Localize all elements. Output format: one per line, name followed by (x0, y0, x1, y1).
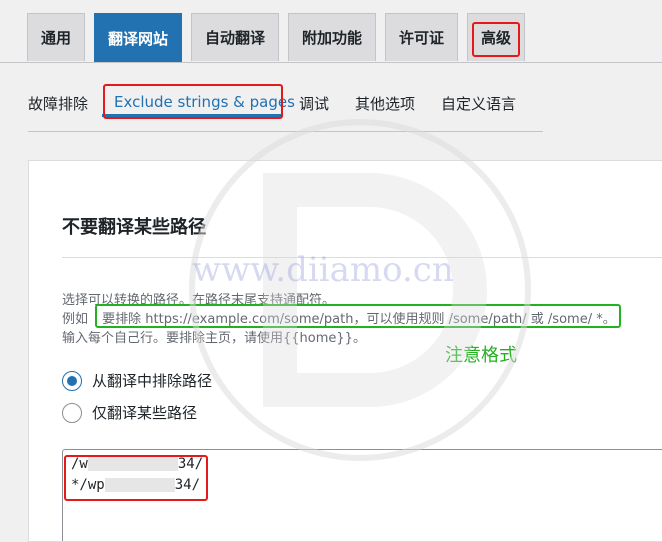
subnav-troubleshooting[interactable]: 故障排除 (28, 93, 88, 114)
radio-exclude-label: 从翻译中排除路径 (92, 372, 213, 390)
example-text: 要排除 https://example.com/some/path，可以使用规则… (102, 312, 616, 327)
radio-unchecked-icon[interactable] (62, 402, 82, 423)
section-divider (62, 257, 662, 258)
active-subnav-indicator (102, 114, 283, 117)
tab-general[interactable]: 通用 (27, 13, 85, 61)
sub-navigation: 故障排除 Exclude strings & pages 调试 其他选项 自定义… (0, 62, 662, 132)
description-line-2: 例如 要排除 https://example.com/some/path，可以使… (62, 308, 616, 327)
top-tab-bar: 通用 翻译网站 自动翻译 附加功能 许可证 高级 (0, 0, 662, 63)
subnav-debug[interactable]: 调试 (299, 93, 329, 114)
tab-advanced[interactable]: 高级 (467, 13, 525, 61)
radio-only-label: 仅翻译某些路径 (92, 404, 198, 422)
redacted-block (87, 457, 178, 471)
radio-checked-icon[interactable] (62, 370, 82, 391)
subnav-custom-language[interactable]: 自定义语言 (441, 93, 516, 114)
description-line-3: 输入每个自己行。要排除主页，请使用{{home}}。 (62, 331, 366, 346)
tab-translate-site[interactable]: 翻译网站 (94, 13, 182, 62)
settings-card: 不要翻译某些路径 选择可以转换的路径。在路径末尾支持通配符。 例如 要排除 ht… (28, 160, 662, 542)
subnav-exclude-strings[interactable]: Exclude strings & pages (114, 93, 295, 111)
format-note: 注意格式 (445, 345, 517, 366)
section-title: 不要翻译某些路径 (62, 217, 206, 238)
description-line-1: 选择可以转换的路径。在路径末尾支持通配符。 (62, 293, 336, 308)
radio-exclude-paths[interactable]: 从翻译中排除路径 (62, 370, 212, 391)
tab-auto-translate[interactable]: 自动翻译 (191, 13, 279, 61)
path-line-2: */wp 34/ (71, 477, 200, 493)
paths-textarea[interactable]: /w 34/ */wp 34/ (62, 449, 662, 541)
path-2-start: */wp (71, 477, 105, 493)
radio-only-paths[interactable]: 仅翻译某些路径 (62, 402, 197, 423)
path-line-1: /w 34/ (71, 456, 203, 472)
subnav-other-options[interactable]: 其他选项 (355, 93, 415, 114)
redacted-block (104, 478, 175, 492)
path-1-end: 34/ (177, 456, 204, 472)
example-prefix: 例如 (62, 312, 89, 327)
tab-addons[interactable]: 附加功能 (288, 13, 376, 61)
path-2-end: 34/ (174, 477, 201, 493)
path-1-start: /w (71, 456, 88, 472)
tab-license[interactable]: 许可证 (385, 13, 458, 61)
subnav-divider (28, 131, 543, 132)
